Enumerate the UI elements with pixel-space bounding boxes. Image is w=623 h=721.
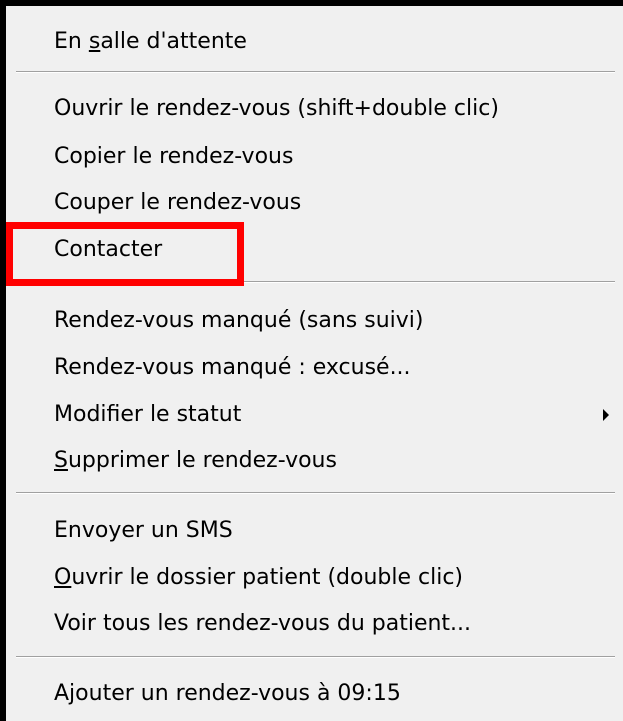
menu-item-rendez-vous-manque[interactable]: Rendez-vous manqué (sans suivi): [6, 299, 623, 343]
menu-item-label: Couper le rendez-vous: [54, 190, 302, 215]
menu-item-label: Envoyer un SMS: [54, 518, 233, 543]
menu-item-label: Rendez-vous manqué (sans suivi): [54, 308, 424, 333]
menu-item-label: uvrir le dossier patient (double clic): [71, 565, 463, 590]
menu-item-voir-tous-rendez-vous[interactable]: Voir tous les rendez-vous du patient...: [6, 602, 623, 646]
accelerator-key: O: [54, 565, 72, 590]
submenu-arrow-icon: [603, 409, 609, 421]
menu-item-supprimer-rendez-vous[interactable]: Supprimer le rendez-vous: [6, 439, 623, 483]
menu-separator: [16, 71, 615, 73]
menu-item-label: Rendez-vous manqué : excusé...: [54, 355, 411, 380]
menu-item-couper-rendez-vous[interactable]: Couper le rendez-vous: [6, 181, 623, 225]
menu-item-ajouter-rendez-vous[interactable]: Ajouter un rendez-vous à 09:15: [6, 672, 623, 716]
menu-item-label: En: [54, 29, 89, 54]
menu-item-ouvrir-dossier-patient[interactable]: Ouvrir le dossier patient (double clic): [6, 556, 623, 600]
menu-item-copier-rendez-vous[interactable]: Copier le rendez-vous: [6, 135, 623, 179]
menu-item-label: Voir tous les rendez-vous du patient...: [54, 611, 472, 636]
menu-item-modifier-statut[interactable]: Modifier le statut: [6, 393, 623, 437]
menu-item-en-salle-d-attente[interactable]: En salle d'attente: [6, 20, 623, 64]
menu-item-label: Modifier le statut: [54, 402, 242, 427]
menu-item-label: alle d'attente: [100, 29, 247, 54]
menu-item-ouvrir-rendez-vous[interactable]: Ouvrir le rendez-vous (shift+double clic…: [6, 87, 623, 131]
menu-item-label: Copier le rendez-vous: [54, 144, 294, 169]
menu-item-rendez-vous-manque-excuse[interactable]: Rendez-vous manqué : excusé...: [6, 346, 623, 390]
menu-item-label: upprimer le rendez-vous: [67, 448, 337, 473]
accelerator-key: s: [88, 29, 101, 54]
menu-separator: [16, 492, 615, 494]
accelerator-key: S: [54, 448, 68, 473]
menu-separator: [16, 656, 615, 658]
context-menu: En salle d'attente Ouvrir le rendez-vous…: [6, 6, 623, 721]
menu-item-envoyer-sms[interactable]: Envoyer un SMS: [6, 509, 623, 553]
menu-item-label: Ouvrir le rendez-vous (shift+double clic…: [54, 96, 499, 121]
menu-item-label: Ajouter un rendez-vous à 09:15: [54, 681, 401, 706]
highlight-annotation: [6, 222, 244, 286]
